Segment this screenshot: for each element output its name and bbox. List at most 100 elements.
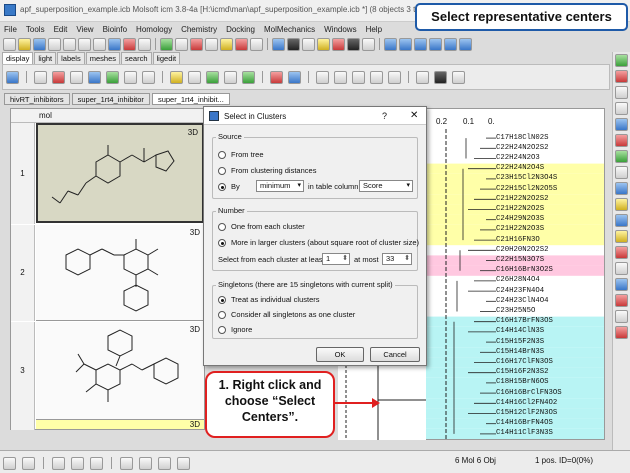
doc-tab-hivrt[interactable]: hivRT_inhibitors [4,93,70,105]
tree-leaf-label[interactable]: C14H14ClN3S [496,327,544,336]
monitor-icon[interactable] [434,70,447,84]
residue-icon[interactable] [190,37,203,51]
tree-leaf-label[interactable]: C17H18ClN02S [496,134,549,143]
mol-green-icon[interactable] [615,150,628,163]
tree-leaf-label[interactable]: C24H23ClN4O4 [496,297,549,306]
cut-icon[interactable] [63,37,76,51]
treat-individual-option[interactable]: Treat as individual clusters [218,295,320,304]
palette-icon[interactable] [270,70,283,84]
radio-icon[interactable] [218,310,226,319]
by-option[interactable]: By [218,182,240,191]
row-number[interactable]: 1 [11,123,35,224]
tree-leaf-label[interactable]: C24H29N2O3S [496,215,544,224]
distribute-icon[interactable] [429,37,442,51]
hbond-icon[interactable] [206,70,219,84]
at-most-spinner[interactable]: 33 [382,253,412,265]
radio-icon[interactable] [218,182,226,191]
cancel-button[interactable]: Cancel [370,347,420,362]
menu-chemistry[interactable]: Chemistry [181,25,217,34]
filter-icon[interactable] [615,262,628,275]
ribbon-icon[interactable] [70,70,83,84]
tree-leaf-label[interactable]: C26H28N4O4 [496,276,540,285]
torsion-icon[interactable] [370,70,383,84]
menu-edit[interactable]: Edit [54,25,68,34]
align-icon[interactable] [615,214,628,227]
hydrogen-icon[interactable] [188,70,201,84]
status-text-icon[interactable] [71,456,84,470]
column-mol-header[interactable]: mol [39,111,52,120]
doc-tab-super-2[interactable]: super_1rt4_inhibit... [151,93,230,105]
tree-leaf-label[interactable]: C22H24N2O2S2 [496,144,549,153]
radio-icon[interactable] [218,325,226,334]
stack-icon[interactable] [444,37,457,51]
tab-ligedit[interactable]: ligedit [152,52,181,64]
cpk-icon[interactable] [124,70,137,84]
mol-red-icon[interactable] [615,134,628,147]
settings-icon[interactable] [48,37,61,51]
display-icon[interactable] [615,54,628,67]
tree-leaf-label[interactable]: C16H17BrFN3OS [496,317,553,326]
tree-leaf-label[interactable]: C16H16BrN3O2S [496,266,553,275]
color-ball-icon[interactable] [332,37,345,51]
select-icon[interactable] [160,37,173,51]
perspective-icon[interactable] [302,37,315,51]
one-per-cluster-option[interactable]: One from each cluster [218,222,305,231]
menu-tools[interactable]: Tools [26,25,45,34]
menu-help[interactable]: Help [366,25,382,34]
help-button[interactable]: ? [382,111,387,121]
search-icon[interactable] [615,102,628,115]
delete-row-icon[interactable] [615,294,628,307]
tree-leaf-label[interactable]: C21H16FN3O [496,236,540,245]
status-image-icon[interactable] [90,456,103,470]
color-wheel-icon[interactable] [288,70,301,84]
from-distances-option[interactable]: From clustering distances [218,166,316,175]
light-icon[interactable] [317,37,330,51]
tree-leaf-label[interactable]: C22H24N2O4S [496,164,544,173]
tree-leaf-label[interactable]: C14H16Cl2FN4O2 [496,399,557,408]
font-icon[interactable] [615,166,628,179]
table-row[interactable]: 3D [36,123,204,223]
sort-icon[interactable] [615,278,628,291]
save-icon[interactable] [33,37,46,51]
row-number[interactable] [11,420,35,430]
status-camera-icon[interactable] [158,456,171,470]
menu-view[interactable]: View [76,25,93,34]
chain-icon[interactable] [224,70,237,84]
tab-search[interactable]: search [121,52,152,64]
paste-icon[interactable] [93,37,106,51]
stereo-icon[interactable] [287,37,300,51]
status-gear-icon[interactable] [120,456,133,470]
status-movie-icon[interactable] [177,456,190,470]
align-bottom-icon[interactable] [414,37,427,51]
shadow-icon[interactable] [347,37,360,51]
row-number[interactable]: 2 [11,225,35,321]
radio-icon[interactable] [218,222,226,231]
ignore-option[interactable]: Ignore [218,325,252,334]
menu-file[interactable]: File [4,25,17,34]
tree-leaf-label[interactable]: C14H11ClF3N3S [496,429,553,438]
label-icon[interactable] [220,37,233,51]
tree-leaf-label[interactable]: C15H16F2N3S2 [496,368,549,377]
from-tree-option[interactable]: From tree [218,150,264,159]
redo-icon[interactable] [138,37,151,51]
new-icon[interactable] [3,37,16,51]
menu-docking[interactable]: Docking [226,25,255,34]
spread-icon[interactable] [459,37,472,51]
pin-icon[interactable] [615,230,628,243]
tab-display[interactable]: display [2,52,34,64]
more-in-larger-option[interactable]: More in larger clusters (about square ro… [218,238,419,247]
tab-labels[interactable]: labels [57,52,85,64]
fog-icon[interactable] [272,37,285,51]
align-mid-icon[interactable] [399,37,412,51]
table-icon[interactable] [108,37,121,51]
highlight-icon[interactable] [615,198,628,211]
layer-icon[interactable] [416,70,429,84]
xstick-icon[interactable] [142,70,155,84]
sheet-icon[interactable] [615,310,628,323]
distance-icon[interactable] [316,70,329,84]
tree-leaf-label[interactable]: C21H22N2O2S2 [496,195,549,204]
radio-icon[interactable] [218,150,226,159]
tree-leaf-label[interactable]: C22H15N3O7S [496,256,544,265]
radio-icon[interactable] [218,295,226,304]
molecule-icon[interactable] [170,70,183,84]
